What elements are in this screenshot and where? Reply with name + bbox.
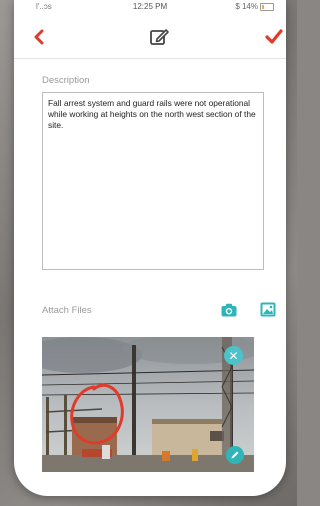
battery-icon bbox=[260, 3, 274, 11]
pencil-icon bbox=[231, 451, 239, 459]
chevron-left-icon bbox=[34, 29, 44, 45]
battery-label: $ 14% bbox=[235, 2, 258, 11]
camera-button[interactable] bbox=[221, 303, 237, 317]
phone-screen: l'..ɔs 12:25 PM $ 14% Description Fall a… bbox=[14, 0, 286, 496]
edit-mode-button[interactable] bbox=[148, 26, 170, 48]
construction-site-photo bbox=[42, 337, 254, 472]
remove-photo-button[interactable]: ✕ bbox=[224, 346, 243, 365]
close-icon: ✕ bbox=[228, 348, 239, 363]
description-label: Description bbox=[42, 75, 90, 86]
description-text: Fall arrest system and guard rails were … bbox=[48, 98, 256, 130]
attach-files-label: Attach Files bbox=[42, 305, 92, 316]
checkmark-icon bbox=[265, 29, 283, 44]
camera-icon bbox=[221, 303, 237, 317]
description-field[interactable]: Fall arrest system and guard rails were … bbox=[42, 92, 264, 270]
image-gallery-icon bbox=[260, 302, 276, 317]
back-button[interactable] bbox=[30, 26, 50, 48]
attached-photo[interactable] bbox=[42, 337, 254, 472]
toolbar bbox=[14, 16, 286, 58]
edit-photo-button[interactable] bbox=[226, 446, 244, 464]
status-bar: l'..ɔs 12:25 PM $ 14% bbox=[14, 0, 286, 14]
toolbar-divider bbox=[14, 58, 286, 59]
edit-note-icon bbox=[150, 29, 169, 45]
save-button[interactable] bbox=[264, 26, 286, 48]
gallery-button[interactable] bbox=[260, 302, 276, 317]
